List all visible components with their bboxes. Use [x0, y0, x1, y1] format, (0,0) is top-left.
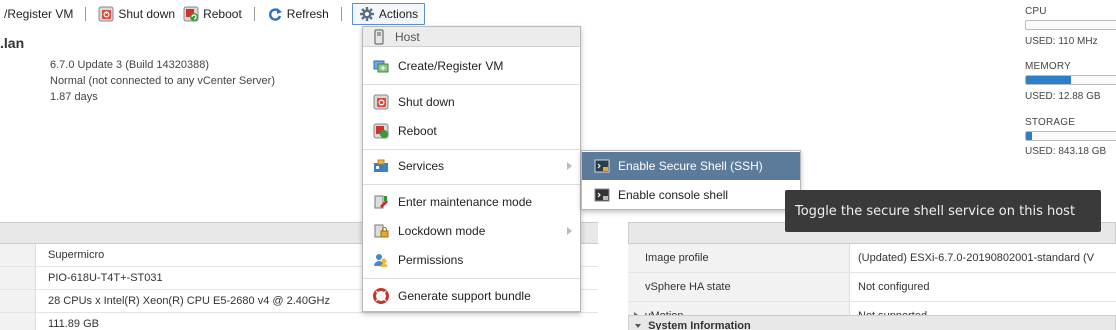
- table-row: Image profile (Updated) ESXi-6.7.0-20190…: [628, 244, 1116, 273]
- refresh-label: Refresh: [286, 7, 329, 21]
- toolbar-divider: [253, 7, 255, 21]
- hardware-model: PIO-618U-T4T+-ST031: [48, 272, 163, 284]
- system-information-label: System Information: [648, 320, 751, 330]
- create-register-vm-button[interactable]: /Register VM: [0, 3, 77, 25]
- system-information-header[interactable]: System Information: [628, 315, 1116, 330]
- hardware-manufacturer: Supermicro: [48, 249, 105, 261]
- ssh-tooltip: Toggle the secure shell service on this …: [785, 190, 1101, 232]
- actions-button[interactable]: Actions: [351, 3, 426, 25]
- menu-item-lockdown-mode[interactable]: Lockdown mode: [363, 217, 580, 245]
- host-name: .lan: [0, 35, 25, 51]
- cpu-meter: [1025, 20, 1116, 30]
- menu-divider: [363, 278, 580, 279]
- refresh-icon: [267, 6, 283, 22]
- cpu-used: USED: 110 MHz: [1025, 36, 1098, 47]
- menu-item-label: Generate support bundle: [398, 289, 531, 303]
- menu-item-label: Services: [398, 159, 445, 173]
- menu-item-label: Lockdown mode: [398, 224, 486, 238]
- menu-item-reboot[interactable]: Reboot: [363, 117, 580, 145]
- toolbar-divider: [85, 7, 87, 21]
- host-toolbar: /Register VM Shut down Reboot Refresh Ac…: [0, 0, 426, 28]
- menu-divider: [363, 149, 580, 150]
- actions-menu: Host Create/Register VM Shut down Reboot…: [362, 26, 581, 312]
- shutdown-label: Shut down: [118, 7, 176, 21]
- actions-menu-header-label: Host: [395, 29, 420, 44]
- image-profile-value: (Updated) ESXi-6.7.0-20190802001-standar…: [858, 252, 1095, 264]
- menu-item-label: Enable console shell: [618, 188, 729, 202]
- toolbar-divider: [340, 7, 342, 21]
- hardware-memory: 111.89 GB: [48, 318, 99, 330]
- shutdown-icon: [373, 94, 389, 110]
- menu-item-permissions[interactable]: Permissions: [363, 246, 580, 274]
- host-version: 6.7.0 Update 3 (Build 14320388): [50, 59, 210, 71]
- create-vm-icon: [373, 58, 389, 74]
- menu-item-label: Shut down: [398, 95, 455, 109]
- host-uptime: 1.87 days: [50, 91, 98, 103]
- gear-icon: [359, 6, 375, 22]
- table-row: vSphere HA state Not configured: [628, 273, 1116, 302]
- menu-item-maintenance-mode[interactable]: Enter maintenance mode: [363, 188, 580, 216]
- create-register-vm-label: /Register VM: [4, 7, 74, 21]
- ssh-icon: [594, 158, 610, 174]
- reboot-label: Reboot: [203, 7, 242, 21]
- console-shell-icon: [594, 187, 610, 203]
- hardware-cpu: 28 CPUs x Intel(R) Xeon(R) CPU E5-2680 v…: [48, 295, 330, 307]
- reboot-icon: [183, 6, 199, 22]
- memory-used: USED: 12.88 GB: [1025, 91, 1101, 102]
- menu-item-label: Create/Register VM: [398, 59, 504, 73]
- permissions-icon: [373, 252, 389, 268]
- shutdown-button[interactable]: Shut down: [94, 3, 179, 25]
- menu-item-shutdown[interactable]: Shut down: [363, 88, 580, 116]
- menu-item-create-register-vm[interactable]: Create/Register VM: [363, 52, 580, 80]
- services-icon: [373, 158, 389, 174]
- maintenance-icon: [373, 194, 389, 210]
- table-row: 111.89 GB: [0, 313, 598, 330]
- collapse-arrow-icon: [635, 324, 641, 328]
- actions-menu-header: Host: [363, 27, 580, 47]
- menu-item-services[interactable]: Services: [363, 152, 580, 180]
- menu-item-generate-support-bundle[interactable]: Generate support bundle: [363, 282, 580, 310]
- reboot-button[interactable]: Reboot: [179, 3, 246, 25]
- ha-state-value: Not configured: [858, 281, 930, 293]
- submenu-arrow-icon: [567, 162, 572, 170]
- menu-item-label: Reboot: [398, 124, 437, 138]
- host-state: Normal (not connected to any vCenter Ser…: [50, 75, 275, 87]
- lockdown-icon: [373, 223, 389, 239]
- menu-item-label: Enter maintenance mode: [398, 195, 533, 209]
- menu-item-label: Permissions: [398, 253, 464, 267]
- storage-meter: [1025, 131, 1116, 141]
- menu-item-label: Enable Secure Shell (SSH): [618, 159, 763, 173]
- support-bundle-icon: [373, 288, 389, 304]
- submenu-arrow-icon: [567, 227, 572, 235]
- memory-meter: [1025, 75, 1116, 85]
- cpu-label: CPU: [1025, 6, 1047, 17]
- configuration-panel: Image profile (Updated) ESXi-6.7.0-20190…: [628, 222, 1116, 330]
- host-info: 6.7.0 Update 3 (Build 14320388) Normal (…: [50, 57, 275, 105]
- menu-divider: [363, 184, 580, 185]
- menu-divider: [363, 84, 580, 85]
- image-profile-key: Image profile: [645, 252, 709, 264]
- storage-meter-fill: [1026, 132, 1032, 140]
- services-submenu: Enable Secure Shell (SSH) Enable console…: [581, 150, 801, 210]
- memory-meter-fill: [1026, 76, 1071, 84]
- actions-label: Actions: [378, 7, 419, 21]
- menu-item-enable-ssh[interactable]: Enable Secure Shell (SSH): [582, 152, 800, 180]
- storage-label: STORAGE: [1025, 117, 1076, 128]
- menu-item-enable-console-shell[interactable]: Enable console shell: [582, 181, 800, 209]
- host-icon: [371, 29, 387, 45]
- memory-label: MEMORY: [1025, 61, 1072, 72]
- reboot-icon: [373, 123, 389, 139]
- shutdown-icon: [98, 6, 114, 22]
- storage-used: USED: 843.18 GB: [1025, 146, 1107, 157]
- ha-state-key: vSphere HA state: [645, 281, 731, 293]
- refresh-button[interactable]: Refresh: [263, 3, 333, 25]
